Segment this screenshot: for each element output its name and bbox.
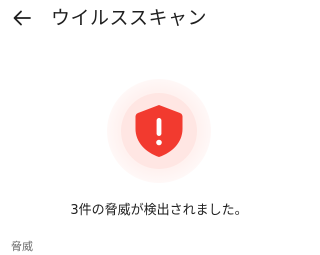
scan-status-text: 3件の脅威が検出されました。 — [70, 203, 248, 218]
app-header: ウイルススキャン — [0, 0, 318, 36]
scan-result-graphic — [107, 79, 211, 183]
shield-alert-icon — [135, 105, 183, 157]
page-title: ウイルススキャン — [51, 7, 208, 29]
back-button[interactable] — [10, 6, 34, 30]
arrow-left-icon — [13, 10, 31, 26]
threats-section-label: 脅威 — [11, 240, 33, 253]
